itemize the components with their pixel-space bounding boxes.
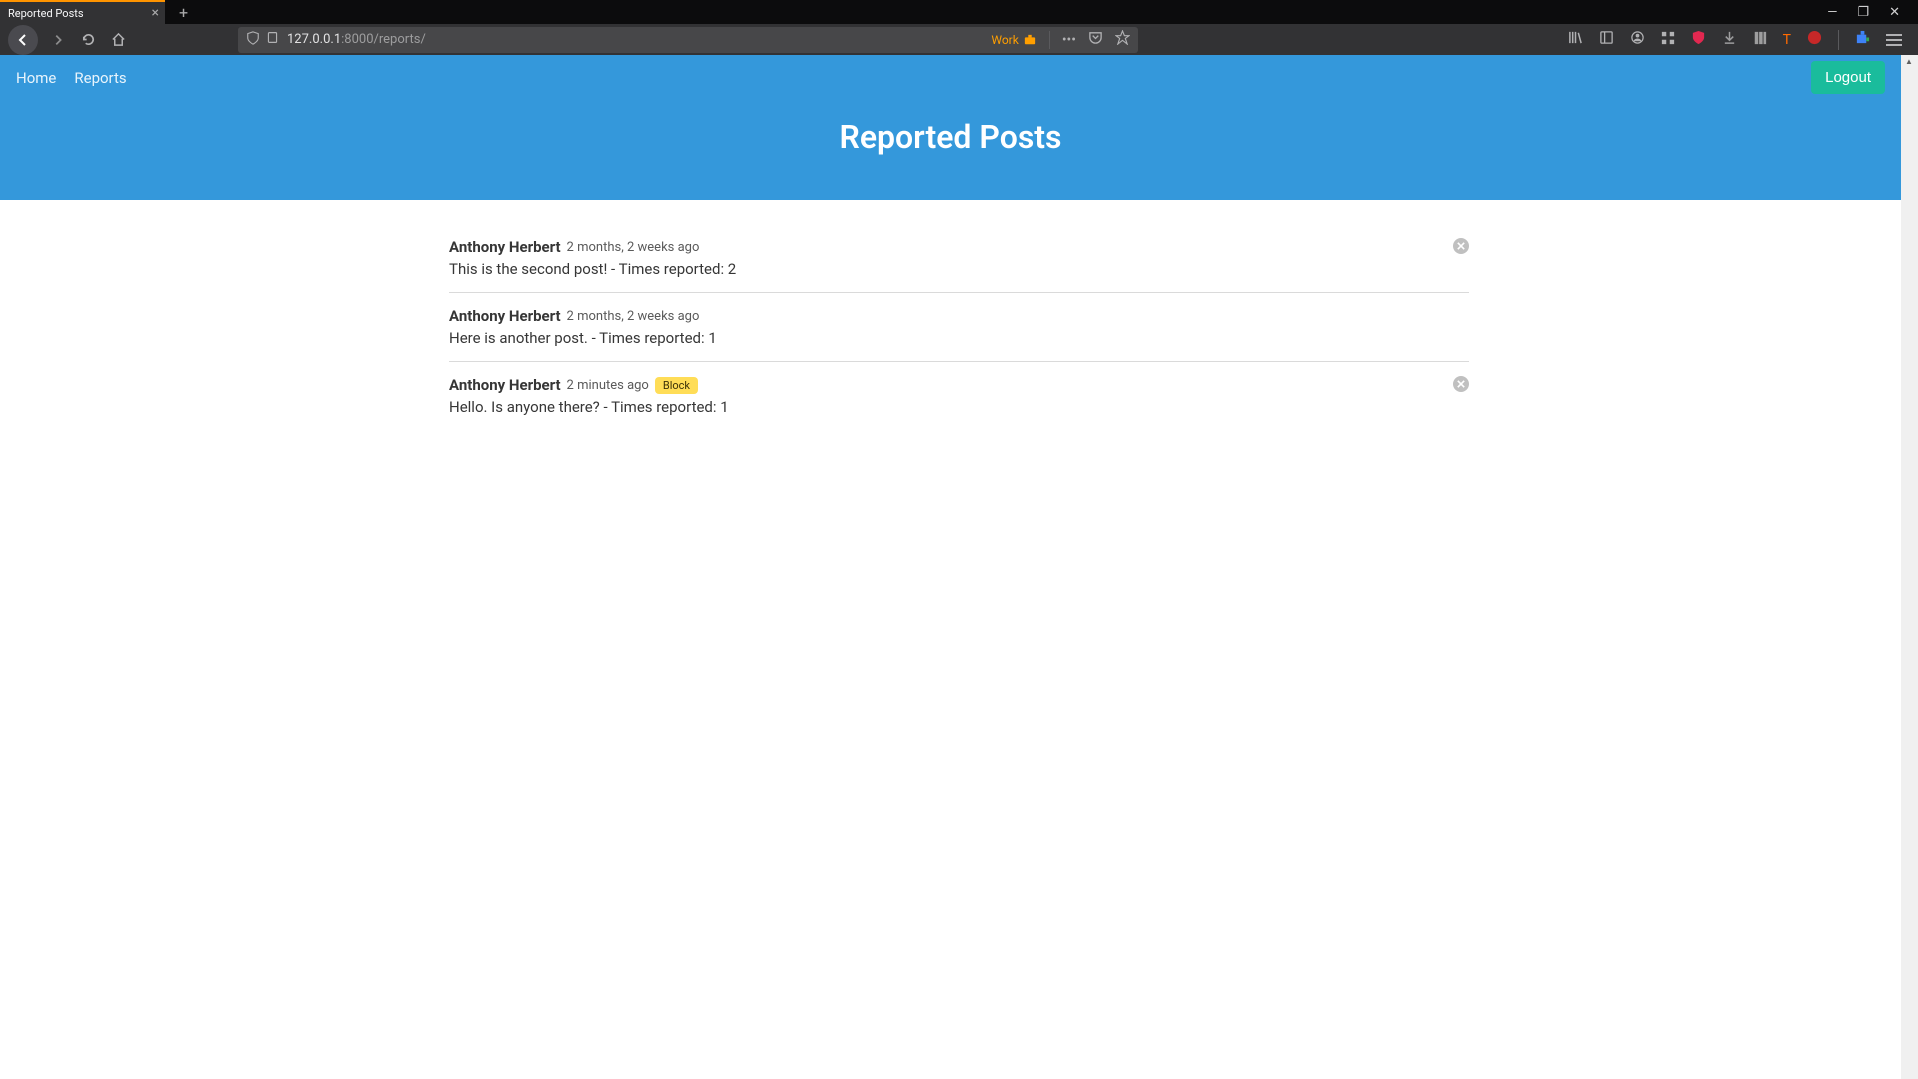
forward-button[interactable] <box>48 25 68 55</box>
nav-home[interactable]: Home <box>16 69 56 87</box>
close-icon <box>1457 242 1465 250</box>
report-head: Anthony Herbert 2 minutes ago Block <box>449 376 1469 394</box>
time-ago: 2 months, 2 weeks ago <box>567 240 700 255</box>
arrow-right-icon <box>51 33 65 47</box>
account-icon[interactable] <box>1630 30 1645 49</box>
report-item: Anthony Herbert 2 months, 2 weeks ago This… <box>449 238 1469 293</box>
minimize-icon[interactable]: — <box>1827 5 1837 20</box>
shield-icon[interactable] <box>246 31 260 49</box>
dismiss-button[interactable] <box>1453 376 1469 392</box>
url-host: 127.0.0.1 <box>287 32 341 47</box>
adblock-icon[interactable] <box>1691 30 1706 49</box>
reports-list: Anthony Herbert 2 months, 2 weeks ago This… <box>449 238 1469 430</box>
author-name: Anthony Herbert <box>449 307 561 325</box>
page-info-icon[interactable] <box>266 31 279 48</box>
time-ago: 2 minutes ago <box>567 378 649 393</box>
briefcase-icon <box>1023 34 1037 46</box>
page-header: Home Reports Logout Reported Posts <box>0 55 1901 200</box>
navbar: Home Reports Logout <box>0 55 1901 100</box>
maximize-icon[interactable]: ❐ <box>1857 5 1869 20</box>
ublock-icon[interactable] <box>1807 30 1822 49</box>
new-tab-button[interactable]: + <box>179 3 188 22</box>
url-bar[interactable]: 127.0.0.1:8000/reports/ Work ••• <box>238 27 1138 53</box>
sidebar-icon[interactable] <box>1599 30 1614 49</box>
url-port: :8000 <box>341 32 373 47</box>
close-icon <box>1457 380 1465 388</box>
pocket-icon[interactable] <box>1088 30 1103 49</box>
browser-tab[interactable]: Reported Posts × <box>0 0 165 24</box>
report-item: Anthony Herbert 2 months, 2 weeks ago Here… <box>449 307 1469 362</box>
reload-icon <box>81 32 96 47</box>
container-label[interactable]: Work <box>991 33 1036 47</box>
page-title: Reported Posts <box>0 100 1901 156</box>
downloads-icon[interactable] <box>1722 30 1737 49</box>
separator <box>1049 31 1050 49</box>
dismiss-button[interactable] <box>1453 238 1469 254</box>
page-viewport: Home Reports Logout Reported Posts Antho… <box>0 55 1918 1079</box>
report-body: This is the second post! - Times reporte… <box>449 260 1469 278</box>
close-tab-icon[interactable]: × <box>152 5 159 21</box>
report-head: Anthony Herbert 2 months, 2 weeks ago <box>449 307 1469 325</box>
home-button[interactable] <box>108 25 128 55</box>
report-item: Anthony Herbert 2 minutes ago Block Hello. … <box>449 376 1469 430</box>
reader-icon[interactable] <box>1753 31 1767 49</box>
reload-button[interactable] <box>78 25 98 55</box>
url-path: /reports/ <box>374 32 426 47</box>
logout-button[interactable]: Logout <box>1811 61 1885 94</box>
separator <box>1838 30 1839 50</box>
library-icon[interactable] <box>1568 30 1583 49</box>
author-name: Anthony Herbert <box>449 238 561 256</box>
nav-reports[interactable]: Reports <box>74 69 126 87</box>
extensions-icon[interactable] <box>1855 30 1870 49</box>
report-body: Here is another post. - Times reported: … <box>449 329 1469 347</box>
block-button[interactable]: Block <box>655 377 698 394</box>
bookmark-star-icon[interactable] <box>1115 30 1130 49</box>
home-icon <box>111 32 126 47</box>
window-controls: — ❐ ✕ <box>1827 5 1918 20</box>
time-ago: 2 months, 2 weeks ago <box>567 309 700 324</box>
apps-icon[interactable] <box>1661 31 1675 49</box>
scroll-up-icon[interactable]: ▲ <box>1905 57 1913 66</box>
arrow-left-icon <box>15 32 31 48</box>
browser-toolbar: 127.0.0.1:8000/reports/ Work ••• <box>0 24 1918 55</box>
scrollbar[interactable]: ▲ <box>1901 55 1918 1079</box>
author-name: Anthony Herbert <box>449 376 561 394</box>
close-window-icon[interactable]: ✕ <box>1889 5 1900 20</box>
report-body: Hello. Is anyone there? - Times reported… <box>449 398 1469 416</box>
report-head: Anthony Herbert 2 months, 2 weeks ago <box>449 238 1469 256</box>
tab-bar: Reported Posts × + — ❐ ✕ <box>0 0 1918 24</box>
extension-t-icon[interactable]: T <box>1783 32 1791 48</box>
browser-chrome: Reported Posts × + — ❐ ✕ <box>0 0 1918 55</box>
menu-button[interactable] <box>1886 34 1902 46</box>
back-button[interactable] <box>8 25 38 55</box>
tab-title: Reported Posts <box>8 7 84 20</box>
toolbar-right: T <box>1568 30 1910 50</box>
more-icon[interactable]: ••• <box>1062 32 1076 48</box>
